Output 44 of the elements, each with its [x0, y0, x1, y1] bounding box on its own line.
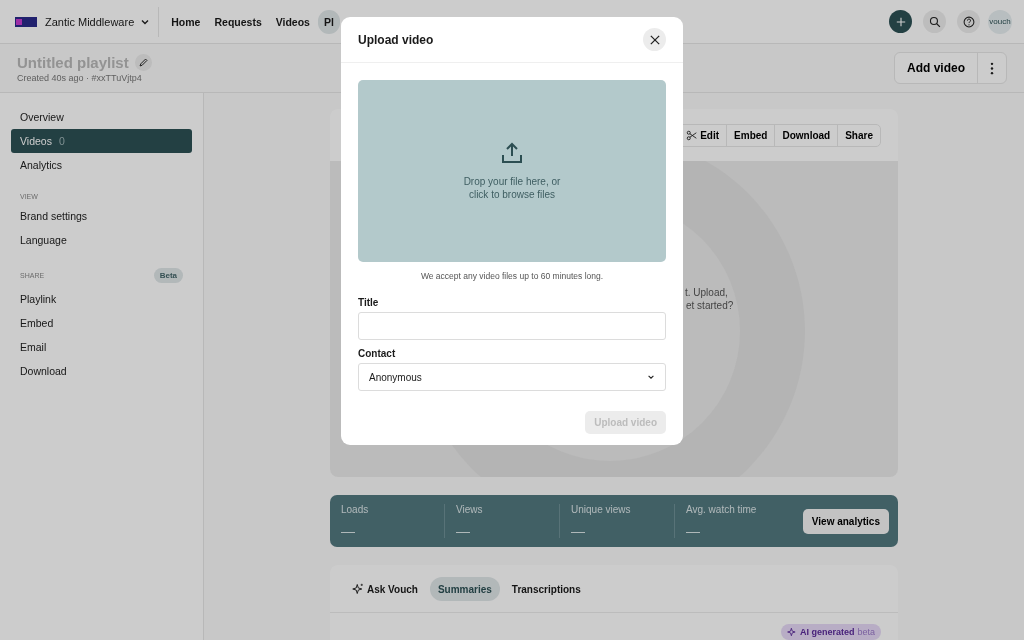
nav-tab[interactable]: Home [165, 9, 207, 34]
empty-state-text: et started? [686, 299, 734, 312]
stat-value: — [341, 524, 356, 539]
ai-generated-badge: AI generated beta [780, 624, 881, 640]
stat-label: Unique views [571, 504, 632, 516]
contact-select[interactable]: Anonymous [358, 363, 666, 391]
insight-tab[interactable]: Summaries [429, 577, 500, 601]
insight-tab[interactable]: Ask Vouch [344, 577, 426, 601]
field-label: Contact [358, 348, 397, 359]
sidebar-item[interactable]: Embed [11, 311, 192, 335]
dropzone[interactable]: Drop your file here, or click to browse files [358, 80, 666, 262]
sidebar-item[interactable]: Download [11, 359, 192, 383]
sidebar-item[interactable]: Playlink [11, 287, 192, 311]
sidebar-item[interactable]: Analytics [11, 153, 192, 177]
beta-badge: Beta [153, 268, 183, 283]
stat-label: Avg. watch time [686, 504, 758, 516]
stat-value: — [686, 524, 701, 539]
account-avatar[interactable]: vouch [988, 9, 1012, 34]
dropzone-text: Drop your file here, or [463, 175, 561, 188]
workspace-name[interactable]: Zantic Middleware [45, 15, 135, 28]
upload-hint: We accept any video files up to 60 minutes long. [419, 271, 605, 281]
select-value: Anonymous [369, 371, 422, 383]
toolbar-button[interactable]: Download [775, 124, 839, 146]
sidebar-item[interactable]: Videos 0 [11, 129, 192, 153]
nav-tab[interactable]: Videos [269, 9, 316, 34]
stat-value: — [456, 524, 471, 539]
empty-state-text: t. Upload, [685, 286, 729, 299]
toolbar-button[interactable]: Embed [727, 124, 776, 146]
sidebar-item[interactable]: Email [11, 335, 192, 359]
view-analytics-button[interactable]: View analytics [802, 508, 889, 534]
toolbar-button[interactable]: Share [838, 124, 880, 146]
sidebar-item[interactable]: Language [11, 228, 192, 252]
stat-label: Views [456, 504, 484, 516]
sidebar-item[interactable]: Brand settings [11, 204, 192, 228]
playlist-meta: Created 40s ago · #xxTTuVjtp4 [17, 72, 143, 83]
stat-value: — [571, 524, 586, 539]
nav-tab[interactable]: Requests [208, 9, 268, 34]
dialog-title: Upload video [358, 32, 434, 47]
nav-tab[interactable]: Pl [317, 9, 340, 34]
insight-tab[interactable]: Transcriptions [503, 577, 589, 601]
dropzone-text: click to browse files [468, 188, 556, 201]
sidebar-item[interactable]: Overview [11, 105, 192, 129]
field-label: Title [358, 297, 380, 308]
stat-label: Loads [341, 504, 370, 516]
